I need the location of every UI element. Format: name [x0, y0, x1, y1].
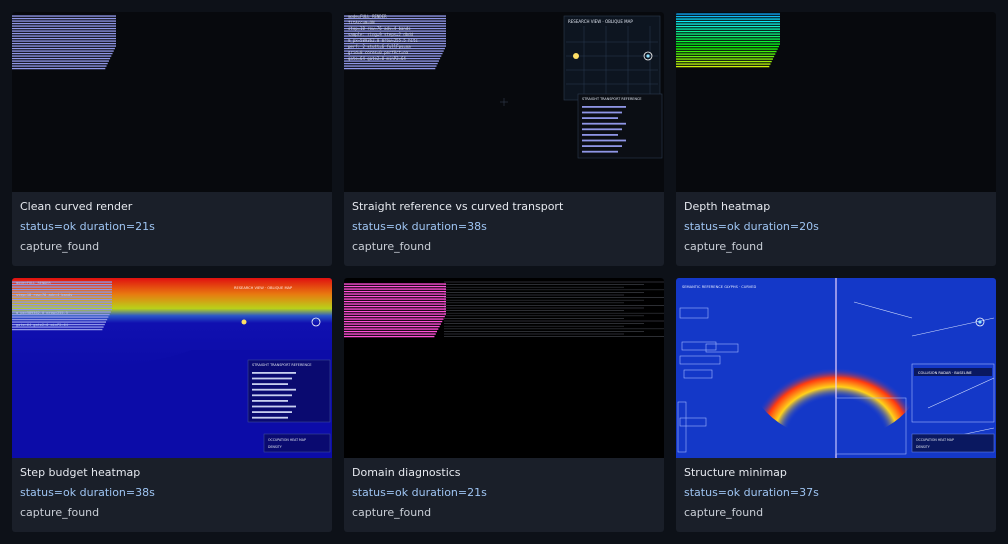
density-label-6: DENSITY — [916, 445, 930, 449]
reference-bar — [582, 150, 618, 153]
svg-text:grid=0 cores=0 perfPct=na: grid=0 cores=0 perfPct=na — [348, 50, 409, 55]
reference-bar — [582, 117, 618, 119]
straight-ref-label-4: STRAIGHT TRANSPORT REFERENCE — [252, 363, 312, 367]
density-label-4: DENSITY — [268, 445, 282, 449]
card-title: Domain diagnostics — [352, 466, 461, 479]
svg-text:perf: 2 stutt=6 fullFps=na: perf: 2 stutt=6 fullFps=na — [348, 44, 411, 49]
research-view-label: RESEARCH VIEW · OBLIQUE MAP — [568, 19, 633, 24]
reference-bar — [582, 106, 626, 108]
reference-bar — [252, 372, 296, 374]
card-status: status=ok duration=38s — [20, 486, 155, 499]
svg-text:step=18 row=76 adv=4 bands: step=18 row=76 adv=4 bands — [348, 26, 411, 31]
svg-text:gate=64 gate2=0 minP2=64: gate=64 gate2=0 minP2=64 — [348, 56, 406, 61]
result-card-depth-heatmap[interactable]: Depth heatmap status=ok duration=20s cap… — [676, 12, 996, 266]
card-capture: capture_found — [352, 240, 432, 253]
result-card-step-budget-heatmap[interactable]: mode=FULL_RENDER step=18 row=76 adv=4 ba… — [12, 278, 332, 532]
structure-minimap-thumbnail[interactable]: SEMANTIC REFERENCE GLYPHS · CURVED COLLI… — [676, 278, 996, 458]
card-capture: capture_found — [684, 240, 764, 253]
card-title: Clean curved render — [20, 200, 133, 213]
card-capture: capture_found — [20, 240, 100, 253]
collision-label: COLLISION RADAR · BASELINE — [918, 371, 973, 375]
result-card-straight-vs-curved[interactable]: mode=FULL_RENDER fitAccum=ON step=18 row… — [344, 12, 664, 266]
svg-text:gate=64 gate2=0 minP2=64: gate=64 gate2=0 minP2=64 — [16, 323, 68, 327]
result-card-structure-minimap[interactable]: SEMANTIC REFERENCE GLYPHS · CURVED COLLI… — [676, 278, 996, 532]
reference-bar — [252, 400, 288, 402]
reference-bar — [582, 134, 618, 136]
card-capture: capture_found — [352, 506, 432, 519]
reference-bar — [252, 383, 288, 385]
result-card-clean-curved-render[interactable]: Clean curved render status=ok duration=2… — [12, 12, 332, 266]
reference-bar — [582, 128, 622, 131]
straight-ref-label: STRAIGHT TRANSPORT REFERENCE — [582, 97, 642, 101]
svg-text:sample: ring=9 steps=2 dbdd: sample: ring=9 steps=2 dbdd — [348, 32, 414, 37]
reference-bar — [582, 145, 622, 147]
semantic-label: SEMANTIC REFERENCE GLYPHS · CURVED — [682, 285, 756, 289]
result-card-domain-diagnostics[interactable]: Domain diagnostics status=ok duration=21… — [344, 278, 664, 532]
depth-heatmap-thumbnail[interactable] — [676, 12, 996, 192]
card-capture: capture_found — [20, 506, 100, 519]
card-title: Step budget heatmap — [20, 466, 141, 479]
card-title: Structure minimap — [684, 466, 787, 479]
step-budget-thumbnail[interactable]: mode=FULL_RENDER step=18 row=76 adv=4 ba… — [12, 278, 332, 458]
curved-render-thumbnail[interactable] — [12, 12, 332, 192]
reference-bar — [252, 394, 292, 397]
mode-label-4: mode=FULL_RENDER — [16, 281, 51, 285]
svg-text:step=18 row=76 adv=4 bands: step=18 row=76 adv=4 bands — [16, 293, 72, 297]
card-status: status=ok duration=20s — [684, 220, 819, 233]
reference-bar — [582, 111, 622, 114]
reference-bar — [252, 411, 292, 413]
reference-bar — [252, 388, 296, 391]
card-capture: capture_found — [684, 506, 764, 519]
svg-text:m_px=589362.0 mrow=255.5: m_px=589362.0 mrow=255.5 — [16, 311, 68, 315]
card-status: status=ok duration=38s — [352, 220, 487, 233]
reference-bar — [252, 377, 292, 380]
research-view-label-4: RESEARCH VIEW · OBLIQUE MAP — [234, 286, 293, 290]
svg-text:m_px=589362.0 mrow=255.5 hits: m_px=589362.0 mrow=255.5 hits — [348, 38, 418, 43]
reference-bar — [252, 416, 288, 419]
card-title: Straight reference vs curved transport — [352, 200, 564, 213]
reference-bar — [582, 139, 626, 142]
reference-bar — [582, 122, 626, 125]
mode-label: mode=FULL_RENDER — [348, 14, 387, 19]
card-status: status=ok duration=21s — [352, 486, 487, 499]
card-status: status=ok duration=21s — [20, 220, 155, 233]
occupation-label-4: OCCUPATION HEAT MAP — [268, 438, 306, 442]
svg-text:fitAccum=ON: fitAccum=ON — [348, 20, 375, 25]
domain-diagnostics-thumbnail[interactable] — [344, 278, 664, 458]
occupation-label-6: OCCUPATION HEAT MAP — [916, 438, 954, 442]
straight-vs-curved-thumbnail[interactable]: mode=FULL_RENDER fitAccum=ON step=18 row… — [344, 12, 664, 192]
card-status: status=ok duration=37s — [684, 486, 819, 499]
reference-bar — [252, 405, 296, 408]
card-title: Depth heatmap — [684, 200, 771, 213]
